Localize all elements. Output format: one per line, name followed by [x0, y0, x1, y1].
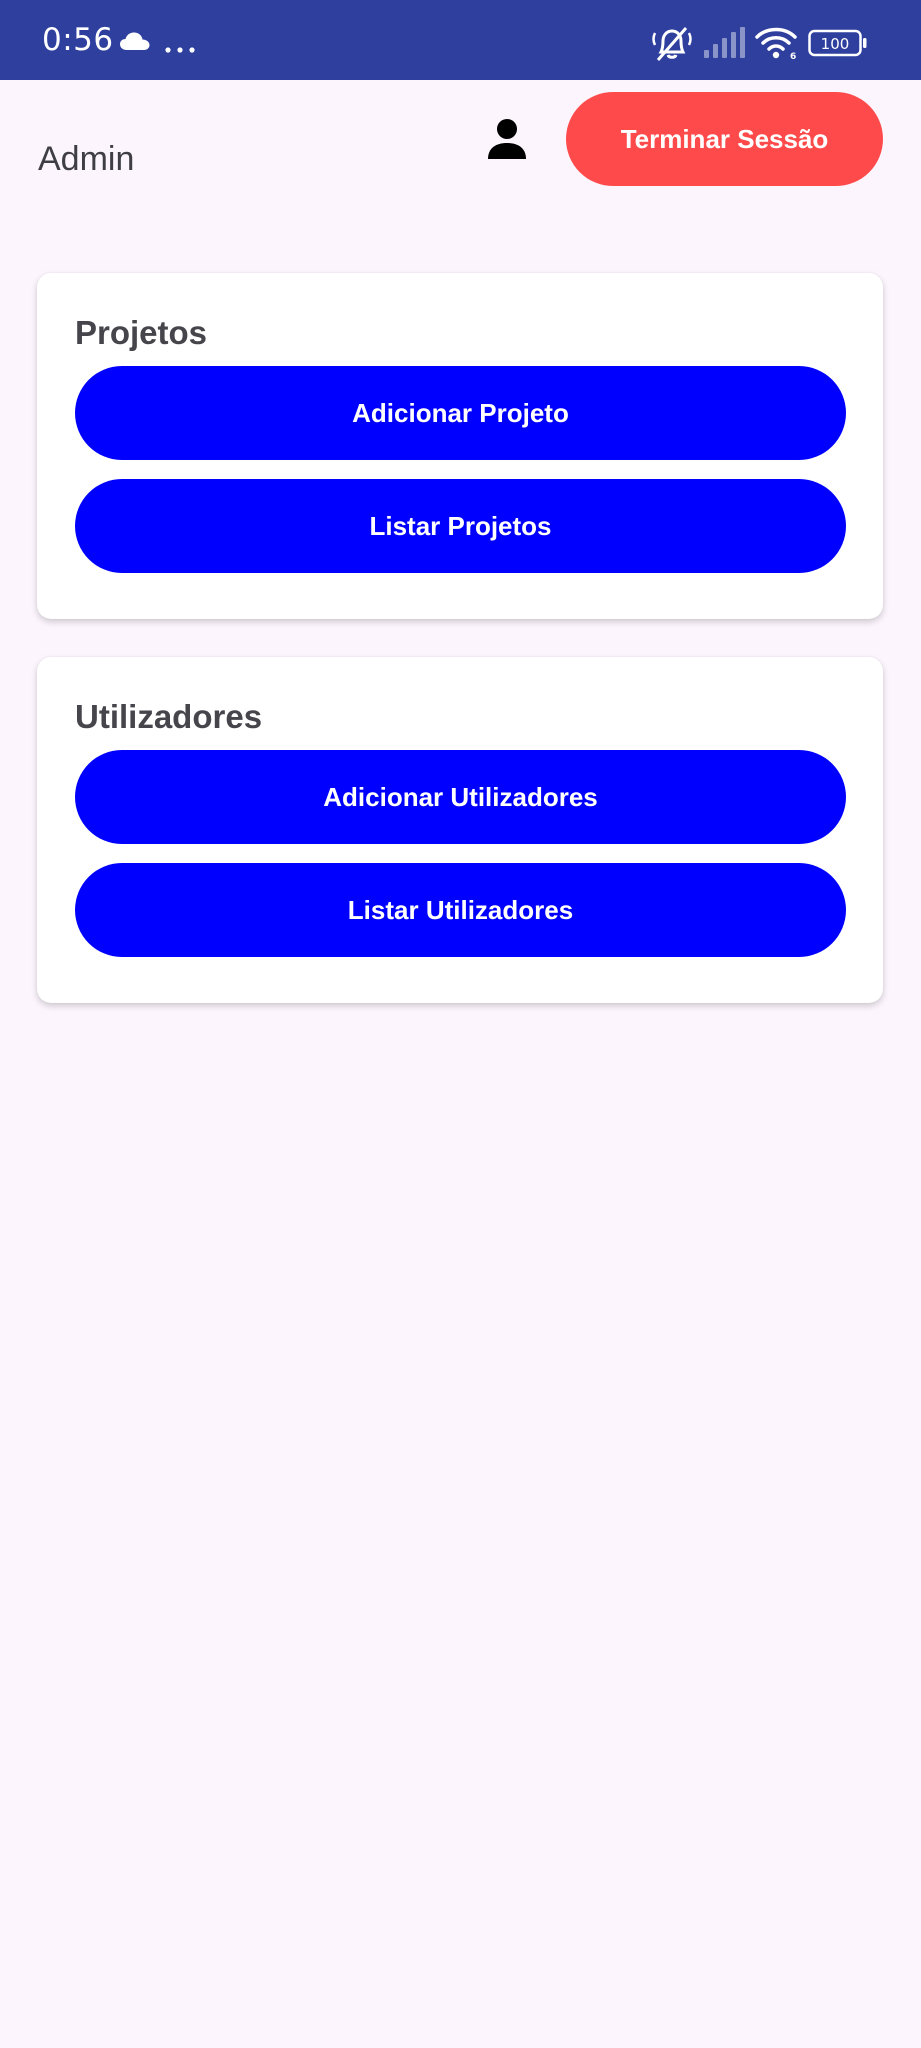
person-icon[interactable]: [487, 118, 527, 165]
projects-card: Projetos Adicionar Projeto Listar Projet…: [37, 273, 883, 619]
add-users-button[interactable]: Adicionar Utilizadores: [75, 750, 846, 844]
status-bar: 0:56 6 100: [0, 0, 921, 80]
wifi-6-icon: 6: [755, 26, 797, 65]
vibrate-off-icon: [652, 26, 692, 67]
list-projects-button[interactable]: Listar Projetos: [75, 479, 846, 573]
signal-icon: [703, 26, 747, 65]
logout-button[interactable]: Terminar Sessão: [566, 92, 883, 186]
user-name-label: Admin: [38, 140, 135, 178]
battery-level: 100: [821, 35, 850, 53]
users-card: Utilizadores Adicionar Utilizadores List…: [37, 657, 883, 1003]
users-section-title: Utilizadores: [75, 698, 263, 735]
cloud-icon: [119, 31, 151, 56]
add-project-button[interactable]: Adicionar Projeto: [75, 366, 846, 460]
list-users-button[interactable]: Listar Utilizadores: [75, 863, 846, 957]
projects-section-title: Projetos: [75, 314, 208, 351]
more-dots-icon: [165, 40, 195, 58]
battery-icon: 100: [808, 29, 868, 62]
svg-text:6: 6: [790, 52, 796, 60]
status-time: 0:56: [42, 22, 114, 58]
